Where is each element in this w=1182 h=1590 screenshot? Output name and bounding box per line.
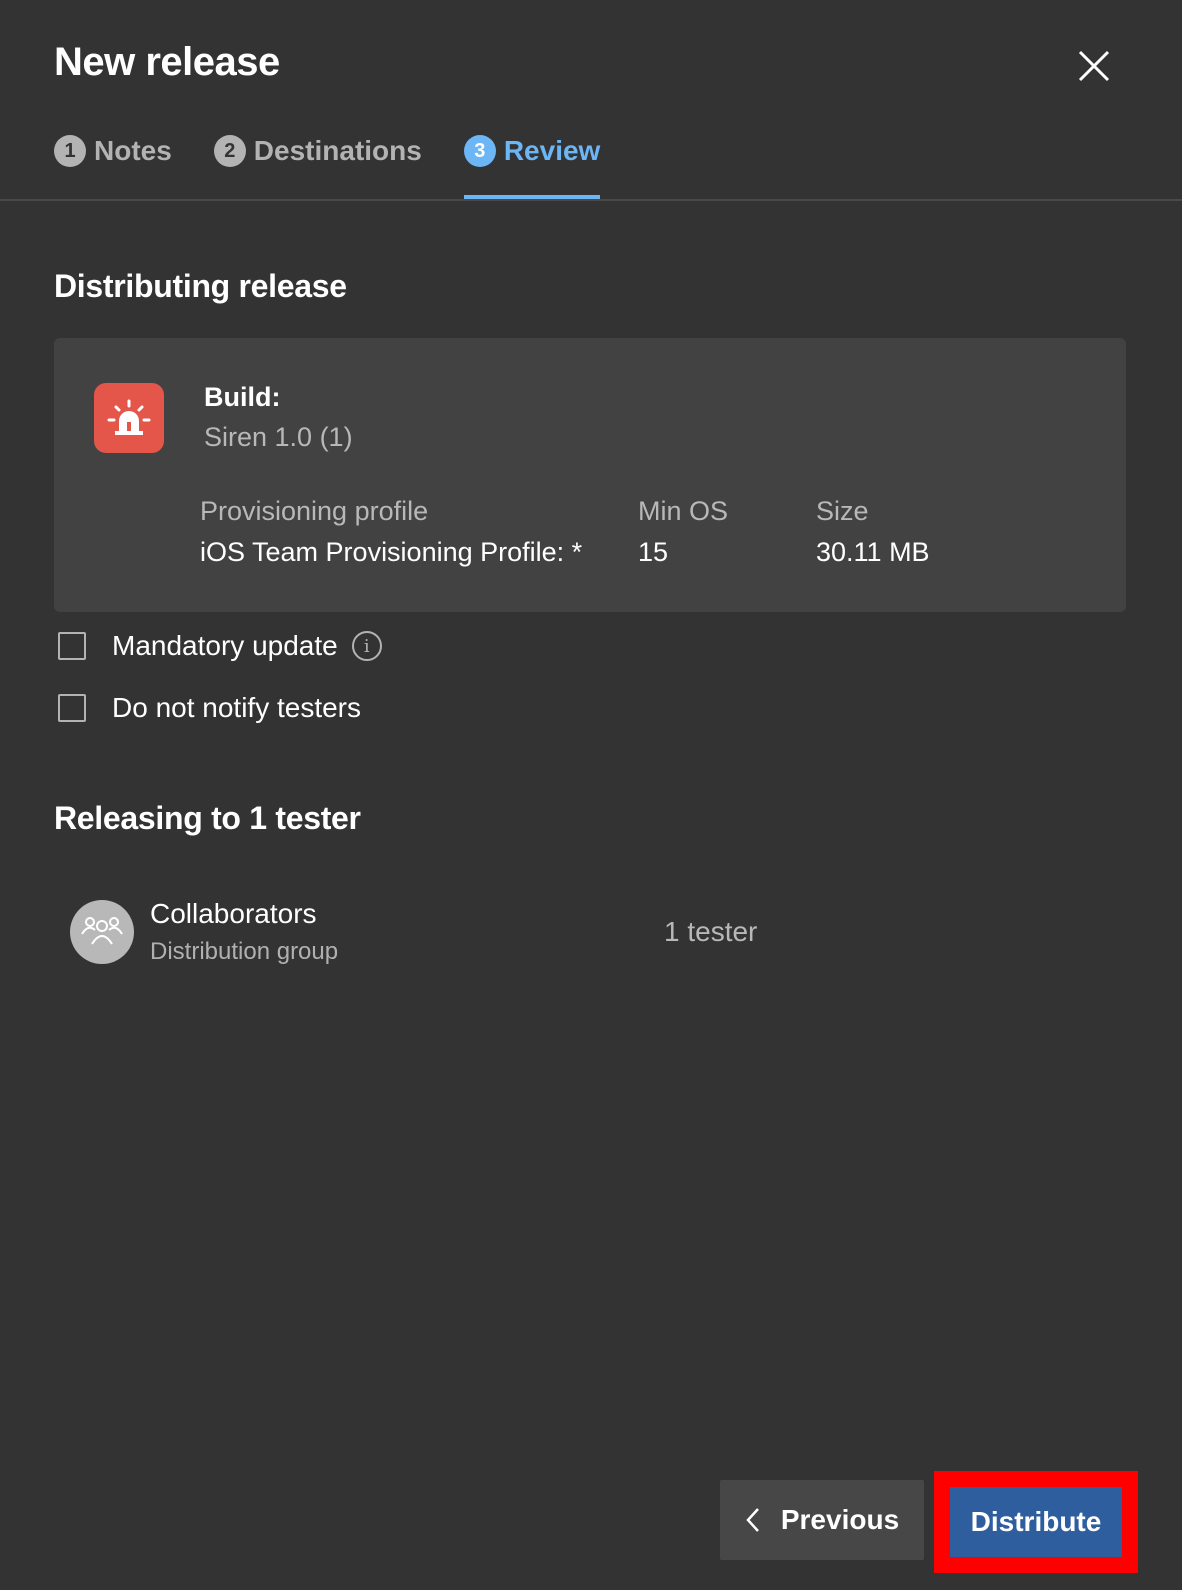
- chevron-left-icon: [745, 1506, 761, 1534]
- build-size: Size 30.11 MB: [816, 496, 930, 568]
- tab-destinations[interactable]: 2 Destinations: [213, 130, 422, 172]
- build-summary-card: Build: Siren 1.0 (1) Provisioning profil…: [54, 338, 1126, 612]
- tab-review[interactable]: 3 Review: [463, 130, 601, 199]
- build-label: Build:: [204, 382, 281, 412]
- distributing-heading: Distributing release: [54, 268, 347, 304]
- step-tabs: 1 Notes 2 Destinations 3 Review: [54, 130, 642, 200]
- previous-label: Previous: [780, 1504, 900, 1535]
- provisioning-value: iOS Team Provisioning Profile: *: [200, 537, 583, 567]
- tab-label: Review: [503, 135, 601, 166]
- group-type: Distribution group: [150, 938, 339, 965]
- do-not-notify-label: Do not notify testers: [112, 692, 362, 723]
- min-os-value: 15: [638, 537, 669, 567]
- group-avatar: [70, 900, 134, 964]
- provisioning-label: Provisioning profile: [200, 496, 429, 526]
- build-value: Siren 1.0 (1): [204, 422, 353, 452]
- mandatory-update-label: Mandatory update: [112, 630, 338, 661]
- tab-label: Destinations: [253, 135, 422, 166]
- step-number: 2: [213, 135, 246, 167]
- tabs-divider: [0, 199, 1182, 201]
- siren-icon: [107, 399, 151, 435]
- do-not-notify-option: Do not notify testers: [58, 692, 361, 724]
- distribution-group-row: Collaborators Distribution group 1 teste…: [70, 898, 1070, 970]
- mandatory-update-checkbox[interactable]: [58, 632, 86, 660]
- step-number: 3: [463, 135, 496, 167]
- previous-button[interactable]: Previous: [720, 1480, 924, 1560]
- distribute-button[interactable]: Distribute: [950, 1487, 1122, 1557]
- releasing-heading: Releasing to 1 tester: [54, 800, 361, 836]
- mandatory-update-option: Mandatory update i: [58, 630, 382, 662]
- page-title: New release: [54, 40, 280, 84]
- size-value: 30.11 MB: [816, 537, 930, 567]
- info-icon[interactable]: i: [351, 631, 382, 661]
- close-icon[interactable]: [1074, 46, 1114, 86]
- group-tester-count: 1 tester: [664, 916, 758, 947]
- min-os: Min OS 15: [638, 496, 728, 568]
- step-number: 1: [54, 135, 86, 167]
- group-name: Collaborators: [150, 898, 317, 929]
- min-os-label: Min OS: [638, 496, 729, 526]
- close-button[interactable]: [1074, 46, 1114, 86]
- provisioning-profile: Provisioning profile iOS Team Provisioni…: [200, 496, 582, 568]
- app-icon: [94, 383, 164, 453]
- distribute-label: Distribute: [970, 1506, 1102, 1537]
- do-not-notify-checkbox[interactable]: [58, 694, 86, 722]
- tab-label: Notes: [94, 135, 172, 166]
- size-label: Size: [816, 496, 869, 526]
- tab-notes[interactable]: 1 Notes: [54, 130, 172, 172]
- group-icon: [81, 917, 123, 945]
